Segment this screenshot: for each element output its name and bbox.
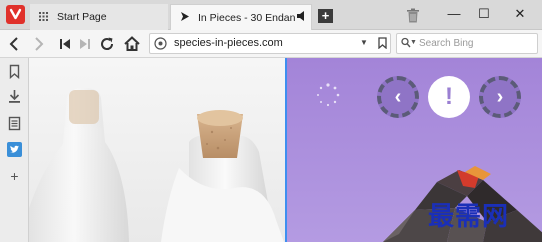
page-photo-bottles [29, 58, 285, 242]
tab-start-page[interactable]: Start Page [30, 4, 168, 30]
maximize-button[interactable]: ☐ [476, 6, 492, 22]
search-field[interactable]: ▼ Search Bing [396, 33, 538, 54]
tab-label: In Pieces - 30 Endangered [198, 11, 295, 24]
forward-button[interactable] [29, 34, 49, 54]
chevron-left-icon: ‹ [394, 86, 402, 108]
side-panel: + [0, 58, 29, 242]
rewind-icon [60, 39, 70, 49]
download-icon[interactable] [7, 89, 22, 104]
notes-icon[interactable] [7, 116, 22, 131]
next-species-button[interactable]: › [479, 76, 521, 118]
forward-arrow-icon [35, 37, 44, 51]
grid-icon [39, 11, 51, 23]
loading-spinner-icon [315, 82, 341, 108]
url-text: species-in-pieces.com [174, 37, 283, 49]
reload-icon [101, 37, 114, 50]
vivaldi-menu-button[interactable] [6, 5, 25, 24]
address-bar-row: species-in-pieces.com ▼ ▼ Search Bing [0, 30, 542, 58]
reload-button[interactable] [97, 34, 117, 54]
home-button[interactable] [122, 34, 142, 54]
watermark-text: 最需网 [428, 202, 510, 232]
close-button[interactable]: ✕ [512, 6, 528, 22]
minimize-button[interactable]: — [446, 6, 462, 22]
trash-icon[interactable] [406, 8, 420, 23]
chevron-right-icon: › [496, 86, 504, 108]
speaker-icon[interactable] [297, 11, 311, 24]
back-button[interactable] [4, 34, 24, 54]
rewind-button[interactable] [55, 34, 75, 54]
vivaldi-logo-icon [9, 8, 22, 20]
tab-strip: Start Page In Pieces - 30 Endangered + —… [0, 0, 542, 30]
add-panel-icon[interactable]: + [7, 169, 22, 184]
chevron-down-icon[interactable]: ▼ [360, 38, 368, 47]
tab-label: Start Page [57, 11, 107, 23]
new-tab-button[interactable]: + [318, 9, 333, 23]
bookmark-page-icon[interactable] [378, 37, 387, 52]
fast-forward-icon [80, 39, 90, 49]
home-icon [124, 36, 140, 51]
back-arrow-icon [9, 37, 18, 51]
tab-in-pieces[interactable]: In Pieces - 30 Endangered [170, 4, 312, 30]
twitter-icon[interactable] [7, 142, 22, 157]
search-placeholder: Search Bing [419, 38, 474, 49]
search-engine-dropdown-icon[interactable]: ▼ [410, 39, 417, 46]
previous-species-button[interactable]: ‹ [377, 76, 419, 118]
exclamation-icon: ! [445, 83, 453, 110]
play-icon [180, 12, 192, 23]
site-info-icon[interactable] [154, 37, 167, 50]
bookmark-icon[interactable] [7, 64, 22, 80]
fast-forward-button[interactable] [75, 34, 95, 54]
info-button[interactable]: ! [428, 76, 470, 118]
url-field[interactable]: species-in-pieces.com ▼ [149, 33, 391, 54]
